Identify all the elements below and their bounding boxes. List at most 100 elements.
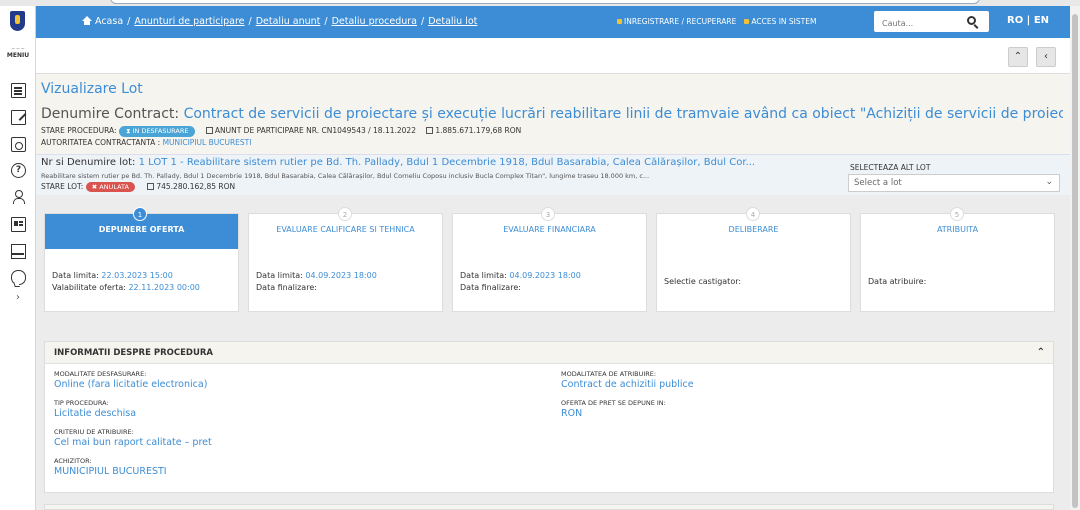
search-input[interactable] [874, 13, 964, 34]
register-label: INREGISTRARE / RECUPERARE [624, 17, 737, 26]
step-number: 2 [338, 207, 352, 221]
briefcase-icon[interactable] [11, 137, 26, 152]
language-switch[interactable]: RO | EN [1007, 15, 1049, 26]
step-deliberare[interactable]: DELIBERARE Selectie castigator: [656, 213, 851, 312]
step-label: Data finalizare: [460, 283, 521, 292]
procedure-info-panel: INFORMATII DESPRE PROCEDURA ⌃ MODALITATE … [44, 341, 1054, 493]
field-value[interactable]: MUNICIPIUL BUCURESTI [54, 466, 167, 477]
step-depunere-oferta[interactable]: DEPUNERE OFERTA Data limita: 22.03.2023 … [44, 213, 239, 312]
field-label: MODALITATEA DE ATRIBUIRE: [561, 370, 657, 378]
lot-status-badge: ✖ ANULATA [85, 182, 135, 192]
register-icon[interactable] [11, 244, 26, 259]
step-number: 5 [950, 207, 964, 221]
select-lot-label: SELECTEAZA ALT LOT [850, 163, 931, 172]
coat-of-arms-icon [10, 11, 25, 31]
lot-status-text: ANULATA [99, 183, 129, 191]
breadcrumb-notice-detail[interactable]: Detaliu anunt [256, 16, 321, 27]
breadcrumb: Acasa / Anunturi de participare / Detaliu an… [82, 16, 477, 27]
step-number: 1 [133, 207, 147, 221]
step-evaluare-tehnica[interactable]: EVALUARE CALIFICARE SI TEHNICA Data limi… [248, 213, 443, 312]
money-icon [147, 183, 155, 190]
breadcrumb-announcements[interactable]: Anunturi de participare [134, 16, 244, 27]
lot-label: Nr si Denumire lot: [41, 157, 136, 168]
breadcrumb-procedure-detail[interactable]: Detaliu procedura [332, 16, 417, 27]
login-label: ACCES IN SISTEM [751, 17, 817, 26]
step-label: Data finalizare: [256, 283, 317, 292]
logo[interactable] [0, 6, 36, 38]
step-label: Valabilitate oferta: [52, 283, 126, 292]
home-icon [82, 16, 92, 25]
field-label: CRITERIU DE ATRIBUIRE: [54, 428, 134, 436]
status-badge: ⧗ IN DESFASURARE [118, 126, 196, 137]
collapse-button[interactable]: ‹ [1036, 47, 1056, 67]
select-lot-placeholder: Select a lot [854, 178, 902, 188]
step-value: 22.11.2023 00:00 [128, 283, 200, 292]
document-small-icon [205, 127, 213, 134]
step-label: Data limita: [256, 271, 303, 280]
step-details: Data limita: 04.09.2023 18:00 Data final… [256, 270, 377, 294]
chevron-up-icon[interactable]: ⌃ [1037, 347, 1045, 358]
id-card-icon[interactable] [11, 217, 26, 232]
authority-row: AUTORITATEA CONTRACTANTA : MUNICIPIUL BU… [41, 138, 251, 147]
close-icon: ✖ [91, 183, 98, 191]
chevron-right-icon[interactable]: › [0, 292, 36, 303]
search-box [874, 11, 989, 34]
field-label: ACHIZITOR: [54, 457, 92, 465]
lock-icon [744, 19, 750, 24]
lock-icon [617, 19, 622, 24]
toolbar: ⌃ ‹ [36, 38, 1070, 74]
main-content: ⌃ ‹ Vizualizare Lot Denumire Contract: C… [36, 38, 1070, 510]
document-icon[interactable] [11, 83, 26, 98]
contract-name: Denumire Contract: Contract de servicii … [41, 106, 1063, 122]
lot-status-label: STARE LOT: [41, 182, 84, 191]
step-label: Data limita: [52, 271, 99, 280]
login-link[interactable]: ACCES IN SISTEM [744, 17, 816, 26]
step-label: Data limita: [460, 271, 507, 280]
menu-label[interactable]: — — — MENIU [4, 44, 32, 60]
step-details: Data limita: 04.09.2023 18:00 Data final… [460, 270, 581, 294]
edit-document-icon[interactable] [11, 110, 26, 125]
procedure-steps: DEPUNERE OFERTA Data limita: 22.03.2023 … [36, 202, 1070, 314]
lot-description: Reabilitare sistem rutier pe Bd. Th. Pal… [41, 172, 650, 180]
procedure-value: 1.885.671.179,68 RON [435, 126, 522, 135]
field-value: Cel mai bun raport calitate – pret [54, 437, 212, 448]
hourglass-icon: ⧗ [125, 127, 131, 135]
step-atribuita[interactable]: ATRIBUITA Data atribuire: [860, 213, 1055, 312]
step-details: Data atribuire: [868, 276, 926, 288]
step-evaluare-financiara[interactable]: EVALUARE FINANCIARA Data limita: 04.09.2… [452, 213, 647, 312]
search-icon[interactable] [967, 16, 976, 25]
account-links: INREGISTRARE / RECUPERARE ACCES IN SISTEM [617, 17, 824, 26]
breadcrumb-home[interactable]: Acasa [95, 16, 123, 27]
chat-icon[interactable] [11, 270, 26, 285]
address-bar[interactable] [110, 0, 980, 4]
field-value: RON [561, 408, 583, 419]
notice-number[interactable]: ANUNT DE PARTICIPARE NR. CN1049543 / 18.… [215, 126, 416, 135]
contract-value: Contract de servicii de proiectare și ex… [183, 106, 1063, 122]
help-icon[interactable]: ? [11, 163, 26, 178]
field-label: TIP PROCEDURA: [54, 399, 109, 407]
next-panel [44, 504, 1054, 510]
scrollbar-thumb[interactable] [1072, 14, 1078, 508]
info-panel-header[interactable]: INFORMATII DESPRE PROCEDURA ⌃ [45, 342, 1053, 364]
field-label: MODALITATE DESFASURARE: [54, 370, 147, 378]
menu-text: MENIU [6, 52, 30, 59]
lot-title: Nr si Denumire lot: 1 LOT 1 - Reabilitar… [41, 157, 755, 168]
authority-value[interactable]: MUNICIPIUL BUCURESTI [163, 138, 252, 147]
breadcrumb-lot-detail[interactable]: Detaliu lot [428, 16, 477, 27]
field-value: Online (fara licitatie electronica) [54, 379, 208, 390]
status-badge-text: IN DESFASURARE [132, 127, 189, 135]
top-navbar: Acasa / Anunturi de participare / Detaliu an… [0, 6, 1070, 38]
step-value: 04.09.2023 18:00 [509, 271, 581, 280]
sidebar: — — — MENIU ? › [0, 38, 36, 510]
page-scrollbar[interactable] [1070, 6, 1080, 510]
lot-value: 745.280.162,85 RON [156, 182, 236, 191]
chevron-down-icon: ⌄ [1045, 177, 1053, 187]
step-details: Data limita: 22.03.2023 15:00 Valabilita… [52, 270, 200, 294]
user-icon[interactable] [11, 189, 26, 204]
step-label: Selectie castigator: [664, 277, 742, 286]
step-value: 04.09.2023 18:00 [305, 271, 377, 280]
scroll-top-button[interactable]: ⌃ [1008, 47, 1028, 67]
select-lot-dropdown[interactable]: Select a lot ⌄ [848, 174, 1060, 192]
register-link[interactable]: INREGISTRARE / RECUPERARE [617, 17, 736, 26]
procedure-meta: STARE PROCEDURA: ⧗ IN DESFASURARE ANUNT … [41, 126, 521, 137]
